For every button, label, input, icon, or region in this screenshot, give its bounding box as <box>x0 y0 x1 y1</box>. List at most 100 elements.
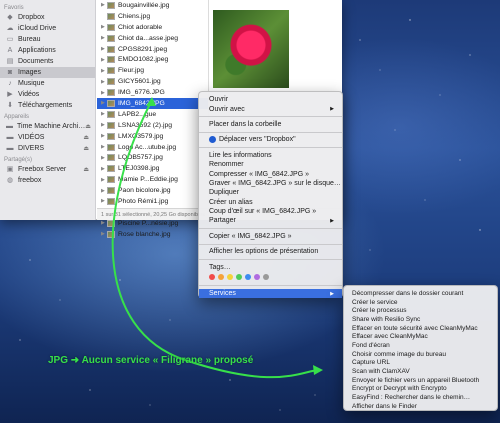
menu-item-label: Ouvrir <box>209 96 229 104</box>
eject-icon[interactable]: ⏏ <box>83 134 89 141</box>
menu-item-graver-img-6842-jpg-sur-le-disque[interactable]: Graver « IMG_6842.JPG » sur le disque… <box>199 179 342 188</box>
tag-color-dot[interactable] <box>263 274 269 281</box>
service-item-creer-le-service[interactable]: Créer le service <box>344 298 497 307</box>
menu-item-partager[interactable]: Partager ▶ <box>199 216 342 225</box>
sidebar-item-freebox[interactable]: ◍ freebox <box>0 175 95 186</box>
menu-item-dupliquer[interactable]: Dupliquer <box>199 188 342 197</box>
tag-color-dot[interactable] <box>236 274 242 281</box>
menu-item-coup-d-il-sur-img-6842-jpg[interactable]: Coup d'œil sur « IMG_6842.JPG » <box>199 207 342 216</box>
tag-color-dot[interactable] <box>209 274 215 281</box>
disk-icon: ▬ <box>6 123 13 130</box>
file-row[interactable]: ▶ Bougainvillée.jpg <box>97 0 208 11</box>
sidebar-item-telechargements[interactable]: ⬇ Téléchargements <box>0 100 95 111</box>
eject-icon[interactable]: ⏏ <box>85 123 91 130</box>
file-row[interactable]: ▶ GICY5601.jpg <box>97 76 208 87</box>
service-item-easyfind-rechercher-dans-le-chemin[interactable]: EasyFind : Rechercher dans le chemin… <box>344 393 497 402</box>
file-row[interactable]: ▶ Rose blanche.jpg <box>97 229 208 240</box>
file-row[interactable]: ▶ LMXO3579.jpg <box>97 131 208 142</box>
file-row[interactable]: ▶ EMDO1082.jpeg <box>97 54 208 65</box>
file-row[interactable]: ▶ CPGS8291.jpeg <box>97 44 208 55</box>
file-row[interactable]: ▶ Mamie P...Eddie.jpg <box>97 174 208 185</box>
service-item-capture-url[interactable]: Capture URL <box>344 359 497 368</box>
sidebar-item-bureau[interactable]: ▭ Bureau <box>0 34 95 45</box>
sidebar-item-label: freebox <box>18 177 42 184</box>
menu-item-services[interactable]: Services ▶ <box>199 288 342 299</box>
sidebar-item-icloud-drive[interactable]: ☁ iCloud Drive <box>0 23 95 34</box>
video-icon: ▶ <box>7 91 13 98</box>
menu-item-compresser-img-6842-jpg[interactable]: Compresser « IMG_6842.JPG » <box>199 169 342 178</box>
tag-color-dot[interactable] <box>227 274 233 281</box>
finder-sidebar: Favoris ◆ Dropbox ☁ iCloud Drive ▭ Bureau A Appl… <box>0 0 96 220</box>
service-item-choisir-comme-image-du-bureau[interactable]: Choisir comme image du bureau <box>344 350 497 359</box>
menu-item-label: Placer dans la corbeille <box>209 120 282 128</box>
sidebar-section-header: Appareils <box>4 114 30 120</box>
service-item-share-with-resilio-sync[interactable]: Share with Resilio Sync <box>344 315 497 324</box>
file-row[interactable]: ▶ Logo Ac...utube.jpg <box>97 142 208 153</box>
sidebar-item-label: Dropbox <box>18 14 45 21</box>
menu-item-label: Services <box>209 290 236 298</box>
service-item-effacer-en-toute-securite-avec-cleanmymac[interactable]: Effacer en toute sécurité avec CleanMyMa… <box>344 324 497 333</box>
annotation-text: JPG ➜ Aucun service « Filigrane » propos… <box>48 355 254 366</box>
sidebar-item-dropbox[interactable]: ◆ Dropbox <box>0 12 95 23</box>
menu-item-copier-img-6842-jpg[interactable]: Copier « IMG_6842.JPG » <box>199 232 342 241</box>
eject-icon[interactable]: ⏏ <box>83 166 89 173</box>
sidebar-item-freebox-server[interactable]: ▣ Freebox Server ⏏ <box>0 164 95 175</box>
menu-item-deplacer-vers-dropbox[interactable]: Déplacer vers "Dropbox" <box>199 135 342 144</box>
file-row[interactable]: ▶ LSNA3592 (2).jpg <box>97 120 208 131</box>
menu-item-ouvrir[interactable]: Ouvrir <box>199 95 342 104</box>
menu-item-afficher-les-options-de-presentation[interactable]: Afficher les options de présentation <box>199 247 342 256</box>
eject-icon[interactable]: ⏏ <box>83 145 89 152</box>
sidebar-item-label: iCloud Drive <box>18 25 57 32</box>
file-row[interactable]: ▶ LAPB2...gue <box>97 109 208 120</box>
service-item-fond-d-ecran[interactable]: Fond d'écran <box>344 341 497 350</box>
download-icon: ⬇ <box>7 102 13 109</box>
image-thumbnail-icon <box>107 78 115 86</box>
sidebar-item-label: DIVERS <box>18 145 45 152</box>
sidebar-item-label: VIDÉOS <box>18 134 45 141</box>
menu-item-renommer[interactable]: Renommer <box>199 160 342 169</box>
sidebar-item-time-machine-archi[interactable]: ▬ Time Machine Archi… ⏏ <box>0 121 95 132</box>
service-item-scan-with-clamxav[interactable]: Scan with ClamXAV <box>344 367 497 376</box>
cloud-icon: ☁ <box>6 25 14 32</box>
file-name: LMXO3579.jpg <box>118 132 164 140</box>
service-item-decompresser-dans-le-dossier-courant[interactable]: Décompresser dans le dossier courant <box>344 289 497 298</box>
file-row[interactable]: ▶ Paon bicolore.jpg <box>97 185 208 196</box>
file-row[interactable]: Chiens.jpg <box>97 11 208 22</box>
file-row[interactable]: ▶ LTEJ0398.jpg <box>97 163 208 174</box>
service-item-creer-le-processus[interactable]: Créer le processus <box>344 306 497 315</box>
sidebar-item-musique[interactable]: ♪ Musique <box>0 78 95 89</box>
menu-item-ouvrir-avec[interactable]: Ouvrir avec ▶ <box>199 104 342 113</box>
menu-item-label: Ouvrir avec <box>209 105 245 113</box>
network-icon: ◍ <box>6 177 14 184</box>
sidebar-item-documents[interactable]: ▤ Documents <box>0 56 95 67</box>
sidebar-item-images[interactable]: ◙ Images <box>0 67 95 78</box>
menu-item-placer-dans-la-corbeille[interactable]: Placer dans la corbeille <box>199 120 342 129</box>
sidebar-item-videos[interactable]: ▬ VIDÉOS ⏏ <box>0 132 95 143</box>
service-item-afficher-dans-le-finder[interactable]: Afficher dans le Finder <box>344 402 497 411</box>
service-item-envoyer-le-fichier-vers-un-appareil-bluetooth[interactable]: Envoyer le fichier vers un appareil Blue… <box>344 376 497 385</box>
file-row[interactable]: ▶ Chiot adorable <box>97 22 208 33</box>
menu-separator <box>199 285 342 287</box>
image-thumbnail-icon <box>107 67 115 75</box>
file-row[interactable]: ▶ LQOB5757.jpg <box>97 152 208 163</box>
menu-item-label: Copier « IMG_6842.JPG » <box>209 232 292 240</box>
file-row[interactable]: ▶ IMG_6842.JPG <box>97 98 208 109</box>
service-item-encrypt-or-decrypt-with-encrypto[interactable]: Encrypt or Decrypt with Encrypto <box>344 385 497 394</box>
service-item-effacer-avec-cleanmymac[interactable]: Effacer avec CleanMyMac <box>344 332 497 341</box>
tag-color-dot[interactable] <box>218 274 224 281</box>
file-row[interactable]: ▶ Photo Rémi1.jpg <box>97 196 208 207</box>
file-row[interactable]: ▶ Fleur.jpg <box>97 65 208 76</box>
menu-item-label: Compresser « IMG_6842.JPG » <box>209 170 309 178</box>
menu-item-tags[interactable]: Tags… <box>199 262 342 271</box>
menu-item-lire-les-informations[interactable]: Lire les informations <box>199 151 342 160</box>
sidebar-item-divers[interactable]: ▬ DIVERS ⏏ <box>0 143 95 154</box>
sidebar-item-videos[interactable]: ▶ Vidéos <box>0 89 95 100</box>
image-thumbnail-icon <box>107 12 115 20</box>
tag-color-dot[interactable] <box>254 274 260 281</box>
sidebar-item-label: Documents <box>18 58 54 65</box>
menu-item-creer-un-alias[interactable]: Créer un alias <box>199 198 342 207</box>
tag-color-dot[interactable] <box>245 274 251 281</box>
sidebar-item-applications[interactable]: A Applications <box>0 45 95 56</box>
file-row[interactable]: ▶ Chiot da...asse.jpeg <box>97 33 208 44</box>
file-row[interactable]: ▶ IMG_6776.JPG <box>97 87 208 98</box>
